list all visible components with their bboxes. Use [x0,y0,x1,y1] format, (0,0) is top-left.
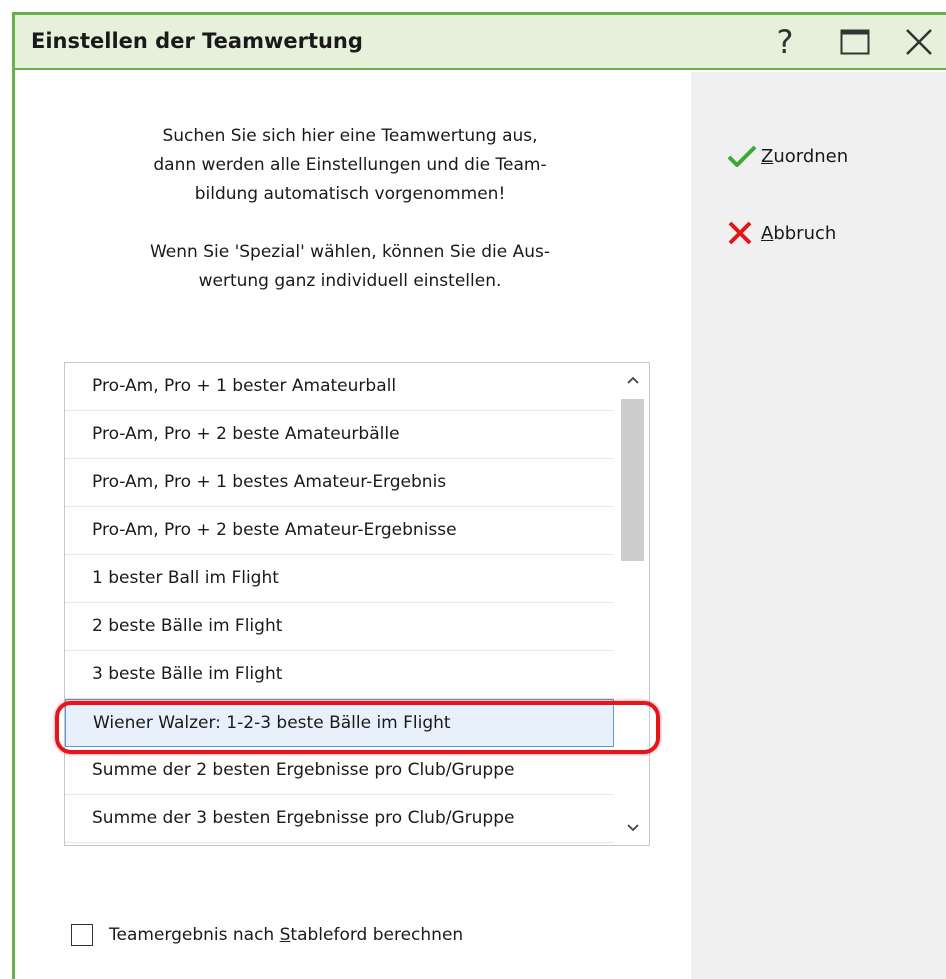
list-item[interactable]: 1 bester Ball im Flight [65,555,614,603]
list-item[interactable]: Pro-Am, Pro + 1 bestes Amateur-Ergebnis [65,459,614,507]
stableford-label: Teamergebnis nach Stableford berechnen [109,925,464,945]
list-item[interactable]: Pro-Am, Pro + 2 beste Amateurbälle [65,411,614,459]
close-button[interactable] [895,23,943,61]
intro-line: Suchen Sie sich hier eine Teamwertung au… [162,126,538,146]
list-item[interactable]: Summe der 2 besten Ergebnisse pro Club/G… [65,747,614,795]
stableford-checkbox[interactable] [71,924,93,946]
title-bar[interactable]: Einstellen der Teamwertung ? [15,15,946,70]
list-item[interactable]: Pro-Am, Pro + 2 beste Amateur-Ergebnisse [65,507,614,555]
dialog-window: Einstellen der Teamwertung ? Suchen Sie … [12,12,946,979]
assign-button[interactable]: Zuordnen [727,140,848,172]
chevron-up-icon [626,376,639,384]
help-icon: ? [776,23,794,61]
intro-line: bildung automatisch vorgenommen! [194,184,506,204]
intro-text: Suchen Sie sich hier eine Teamwertung au… [55,122,645,296]
maximize-icon [840,29,870,55]
help-button[interactable]: ? [767,23,803,61]
vertical-scrollbar[interactable] [616,363,649,845]
list-item[interactable]: Pro-Am, Pro + 1 bester Amateurball [65,363,614,411]
list-item[interactable]: Summe der 3 besten Ergebnisse pro Club/G… [65,795,614,843]
intro-line: Wenn Sie 'Spezial' wählen, können Sie di… [149,242,550,262]
checkmark-icon [727,145,757,167]
stableford-option[interactable]: Teamergebnis nach Stableford berechnen [71,922,463,948]
scrollbar-thumb[interactable] [621,399,644,561]
cancel-button[interactable]: Abbruch [727,217,836,249]
maximize-button[interactable] [835,23,875,61]
list-item[interactable]: 3 beste Bälle im Flight [65,651,614,699]
main-panel: Suchen Sie sich hier eine Teamwertung au… [15,72,691,979]
action-panel: Zuordnen Abbruch [691,72,946,979]
close-icon [906,29,932,55]
assign-label: Zuordnen [761,145,849,167]
window-title: Einstellen der Teamwertung [31,29,363,53]
team-scoring-list[interactable]: Pro-Am, Pro + 1 bester Amateurball Pro-A… [64,362,650,846]
scroll-down-button[interactable] [616,815,649,841]
list-item[interactable]: 2 beste Bälle im Flight [65,603,614,651]
chevron-down-icon [626,824,639,832]
intro-line: dann werden alle Einstellungen und die T… [153,155,547,175]
intro-line: wertung ganz individuell einstellen. [198,271,502,291]
list-item-selected[interactable]: Wiener Walzer: 1-2-3 beste Bälle im Flig… [65,699,614,747]
scroll-up-button[interactable] [616,367,649,393]
cancel-x-icon [728,221,752,245]
cancel-label: Abbruch [761,222,837,244]
